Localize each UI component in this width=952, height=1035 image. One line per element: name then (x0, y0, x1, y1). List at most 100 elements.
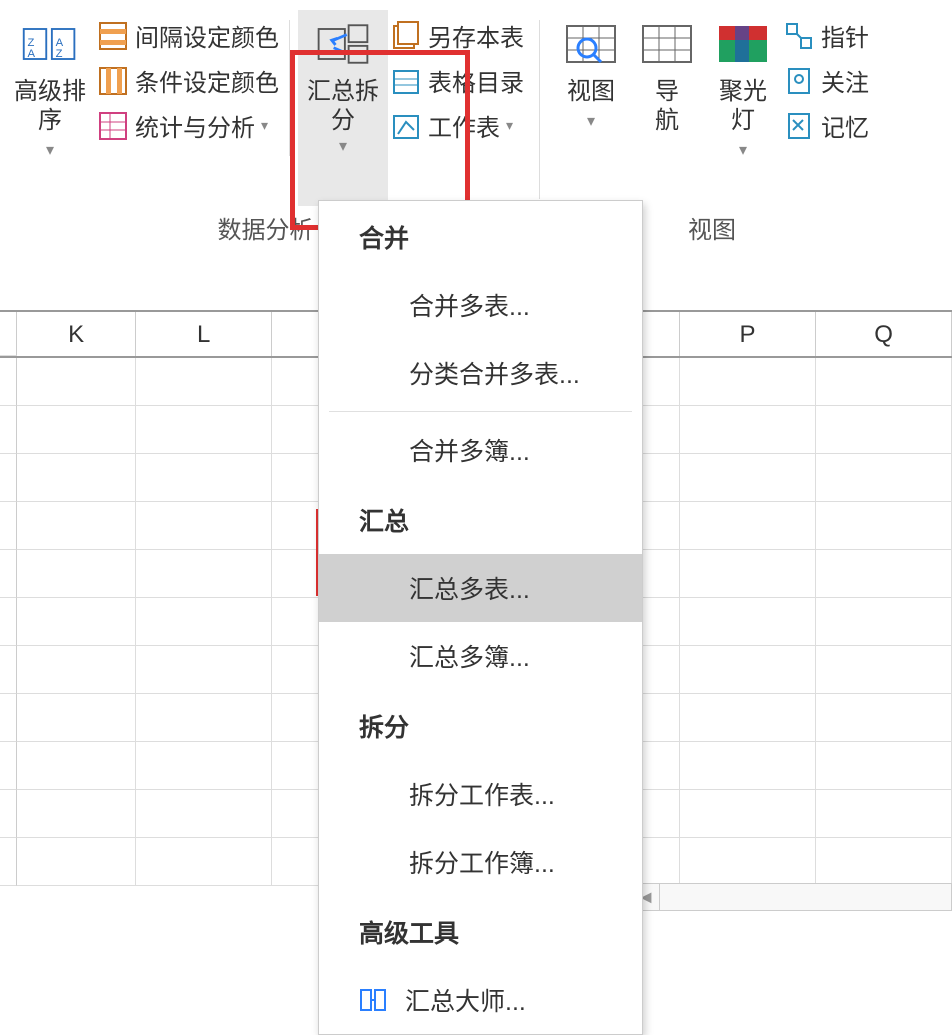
follow-icon (783, 65, 815, 97)
grid-col-color-icon (97, 65, 129, 97)
cell[interactable] (17, 742, 136, 790)
row-stub (0, 502, 17, 550)
cell[interactable] (136, 550, 272, 598)
col-header-K[interactable]: K (17, 312, 136, 356)
svg-text:Z: Z (28, 37, 35, 49)
cell[interactable] (680, 694, 816, 742)
cell[interactable] (17, 646, 136, 694)
nav-label: 导 航 (655, 78, 679, 136)
cell[interactable] (680, 790, 816, 838)
cell[interactable] (136, 598, 272, 646)
row-stub (0, 358, 17, 406)
cell[interactable] (816, 550, 952, 598)
menu-item-summary-sheets[interactable]: 汇总多表... (319, 554, 642, 622)
cell[interactable] (17, 454, 136, 502)
cell[interactable] (816, 742, 952, 790)
follow-button[interactable]: 关注 (781, 59, 871, 102)
cell[interactable] (17, 358, 136, 406)
cell[interactable] (680, 502, 816, 550)
scroll-track[interactable] (659, 884, 951, 910)
cell[interactable] (680, 358, 816, 406)
view-label: 视图 (567, 78, 615, 107)
memory-button[interactable]: 记忆 (781, 104, 871, 147)
pointer-button[interactable]: 指针 (781, 14, 871, 57)
cell[interactable] (136, 502, 272, 550)
chevron-down-icon: ▾ (46, 140, 54, 160)
view-group-label: 视图 (688, 206, 736, 249)
advanced-sort-label: 高级排 序 (14, 78, 86, 136)
cell[interactable] (680, 646, 816, 694)
row-stub (0, 838, 17, 886)
col-header-stub (0, 312, 17, 356)
cell[interactable] (816, 406, 952, 454)
menu-header-summary: 汇总 (319, 484, 642, 554)
stats-analysis-label: 统计与分析 (135, 108, 255, 143)
chevron-down-icon: ▾ (506, 117, 513, 134)
view-small-buttons: 指针 关注 记忆 (781, 10, 871, 206)
menu-header-split: 拆分 (319, 690, 642, 760)
cell[interactable] (680, 550, 816, 598)
cell[interactable] (17, 406, 136, 454)
advanced-sort-button[interactable]: Z A A Z 高级排 序 ▾ (5, 10, 95, 206)
condition-color-button[interactable]: 条件设定颜色 (95, 59, 281, 102)
cell[interactable] (816, 358, 952, 406)
menu-item-summary-books[interactable]: 汇总多簿... (319, 622, 642, 690)
row-stub (0, 694, 17, 742)
cell[interactable] (816, 454, 952, 502)
cell[interactable] (816, 646, 952, 694)
cell[interactable] (136, 646, 272, 694)
menu-item-merge-books[interactable]: 合并多簿... (319, 416, 642, 484)
cell[interactable] (136, 742, 272, 790)
horizontal-scrollbar[interactable]: ◄ (632, 883, 952, 911)
master-icon (359, 986, 387, 1014)
svg-text:A: A (56, 37, 64, 49)
cell[interactable] (136, 694, 272, 742)
menu-item-summary-master[interactable]: 汇总大师... (319, 966, 642, 1034)
row-stub (0, 550, 17, 598)
navigation-icon (637, 14, 697, 74)
col-header-P[interactable]: P (680, 312, 816, 356)
menu-divider (329, 411, 632, 412)
chevron-down-icon: ▾ (587, 111, 595, 131)
cell[interactable] (816, 694, 952, 742)
navigation-button[interactable]: 导 航 (629, 10, 705, 206)
col-header-L[interactable]: L (136, 312, 272, 356)
follow-label: 关注 (821, 63, 869, 98)
cell[interactable] (816, 502, 952, 550)
menu-item-merge-sheets[interactable]: 合并多表... (319, 271, 642, 339)
cell[interactable] (17, 550, 136, 598)
cell[interactable] (136, 454, 272, 502)
svg-text:Z: Z (56, 48, 63, 60)
col-header-Q[interactable]: Q (816, 312, 952, 356)
cell[interactable] (17, 694, 136, 742)
cell[interactable] (680, 406, 816, 454)
interval-color-button[interactable]: 间隔设定颜色 (95, 14, 281, 57)
cell[interactable] (17, 598, 136, 646)
cell[interactable] (136, 790, 272, 838)
cell[interactable] (136, 358, 272, 406)
view-button[interactable]: 视图 ▾ (553, 10, 629, 206)
cell[interactable] (17, 790, 136, 838)
cell[interactable] (17, 838, 136, 886)
row-stub (0, 406, 17, 454)
spotlight-icon (713, 14, 773, 74)
spotlight-button[interactable]: 聚光 灯 ▾ (705, 10, 781, 206)
cell[interactable] (816, 598, 952, 646)
cell[interactable] (136, 406, 272, 454)
ribbon-group-content: 视图 ▾ 导 航 (553, 10, 871, 206)
menu-item-classify-merge[interactable]: 分类合并多表... (319, 339, 642, 407)
menu-item-split-sheet[interactable]: 拆分工作表... (319, 760, 642, 828)
menu-header-advanced: 高级工具 (319, 896, 642, 966)
cell[interactable] (816, 838, 952, 886)
menu-item-split-book[interactable]: 拆分工作簿... (319, 828, 642, 896)
cell[interactable] (816, 790, 952, 838)
view-icon (561, 14, 621, 74)
cell[interactable] (136, 838, 272, 886)
cell[interactable] (680, 838, 816, 886)
cell[interactable] (680, 598, 816, 646)
cell[interactable] (680, 742, 816, 790)
stats-analysis-button[interactable]: 统计与分析 ▾ (95, 104, 281, 147)
cell[interactable] (680, 454, 816, 502)
cell[interactable] (17, 502, 136, 550)
chevron-down-icon: ▾ (261, 117, 268, 134)
